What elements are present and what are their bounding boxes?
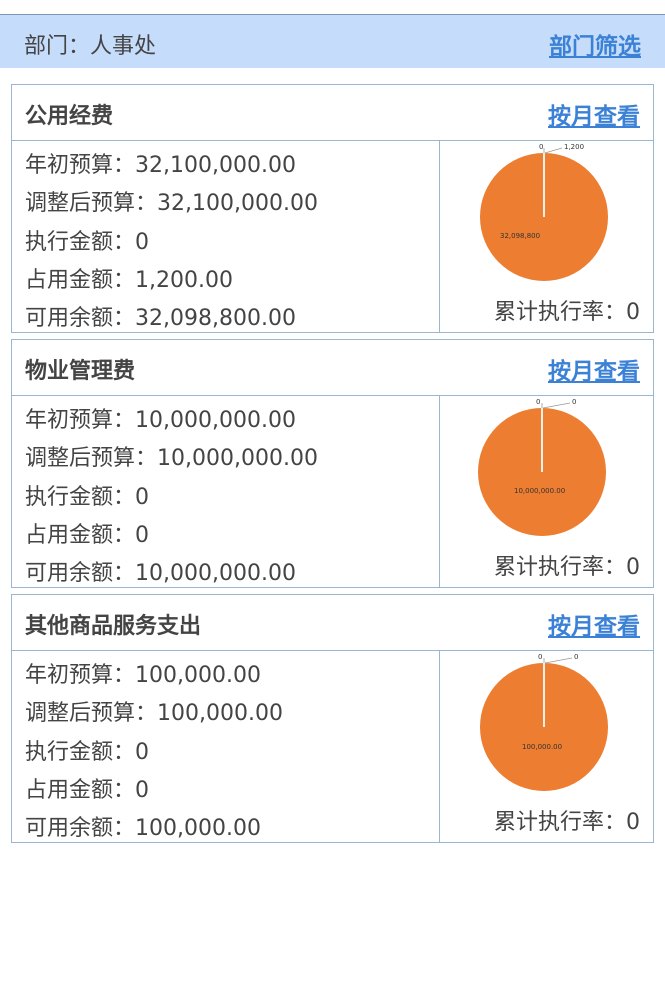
header-bar: 部门：人事处 部门筛选 — [0, 14, 665, 68]
available-value: 10,000,000.00 — [135, 561, 296, 586]
initial-budget-value: 10,000,000.00 — [135, 408, 296, 433]
occupied-row: 占用金额：0 — [25, 523, 150, 548]
occupied-value: 0 — [135, 523, 150, 548]
view-by-month-link[interactable]: 按月查看 — [548, 607, 640, 641]
pie-chart-area: 0 1,200 32,098,800 累计执行率：0 — [440, 140, 653, 332]
adjusted-budget-row: 调整后预算：32,100,000.00 — [25, 191, 318, 216]
department-label: 部门：人事处 — [24, 34, 157, 59]
execution-rate-value: 0 — [626, 300, 640, 325]
available-row: 可用余额：10,000,000.00 — [25, 561, 296, 586]
available-value: 32,098,800.00 — [135, 306, 296, 331]
executed-row: 执行金额：0 — [25, 740, 150, 765]
pie-label-available: 32,098,800 — [500, 232, 540, 240]
execution-rate: 累计执行率：0 — [493, 555, 640, 580]
execution-rate: 累计执行率：0 — [493, 300, 640, 325]
pie-chart: 0 1,200 32,098,800 — [480, 143, 608, 281]
pie-label-occupied: 0 — [572, 398, 576, 406]
initial-budget-row: 年初预算：32,100,000.00 — [25, 153, 296, 178]
pie-label-executed: 0 — [539, 143, 543, 151]
pie-label-available: 10,000,000.00 — [514, 487, 565, 495]
view-by-month-link[interactable]: 按月查看 — [548, 352, 640, 386]
card-header: 物业管理费 按月查看 — [12, 340, 653, 396]
available-row: 可用余额：32,098,800.00 — [25, 306, 296, 331]
execution-rate-value: 0 — [626, 555, 640, 580]
budget-info: 年初预算：100,000.00 调整后预算：100,000.00 执行金额：0 … — [12, 650, 440, 842]
view-by-month-link[interactable]: 按月查看 — [548, 97, 640, 131]
available-row: 可用余额：100,000.00 — [25, 816, 261, 841]
adjusted-budget-value: 100,000.00 — [157, 701, 283, 726]
executed-value: 0 — [135, 230, 150, 255]
card-title: 其他商品服务支出 — [25, 614, 202, 639]
pie-chart-area: 0 0 10,000,000.00 累计执行率：0 — [440, 395, 653, 587]
budget-info: 年初预算：32,100,000.00 调整后预算：32,100,000.00 执… — [12, 140, 440, 332]
card-header: 其他商品服务支出 按月查看 — [12, 595, 653, 651]
adjusted-budget-value: 32,100,000.00 — [157, 191, 318, 216]
department-filter-link[interactable]: 部门筛选 — [549, 27, 641, 61]
pie-label-occupied: 1,200 — [564, 143, 584, 151]
initial-budget-value: 100,000.00 — [135, 663, 261, 688]
card-header: 公用经费 按月查看 — [12, 85, 653, 141]
budget-card: 物业管理费 按月查看 年初预算：10,000,000.00 调整后预算：10,0… — [11, 339, 654, 588]
pie-label-executed: 0 — [538, 653, 542, 661]
available-value: 100,000.00 — [135, 816, 261, 841]
pie-chart: 0 0 10,000,000.00 — [478, 398, 606, 536]
pie-chart-area: 0 0 100,000.00 累计执行率：0 — [440, 650, 653, 842]
pie-label-executed: 0 — [536, 398, 540, 406]
occupied-row: 占用金额：0 — [25, 778, 150, 803]
adjusted-budget-value: 10,000,000.00 — [157, 446, 318, 471]
pie-label-occupied: 0 — [574, 653, 578, 661]
occupied-value: 0 — [135, 778, 150, 803]
pie-chart: 0 0 100,000.00 — [480, 653, 608, 791]
execution-rate-value: 0 — [626, 810, 640, 835]
card-title: 物业管理费 — [25, 359, 136, 384]
budget-info: 年初预算：10,000,000.00 调整后预算：10,000,000.00 执… — [12, 395, 440, 587]
adjusted-budget-row: 调整后预算：10,000,000.00 — [25, 446, 318, 471]
executed-value: 0 — [135, 485, 150, 510]
initial-budget-row: 年初预算：100,000.00 — [25, 663, 261, 688]
card-title: 公用经费 — [25, 104, 114, 129]
occupied-row: 占用金额：1,200.00 — [25, 268, 233, 293]
pie-label-available: 100,000.00 — [522, 743, 562, 751]
occupied-value: 1,200.00 — [135, 268, 233, 293]
budget-card: 公用经费 按月查看 年初预算：32,100,000.00 调整后预算：32,10… — [11, 84, 654, 333]
execution-rate: 累计执行率：0 — [493, 810, 640, 835]
initial-budget-value: 32,100,000.00 — [135, 153, 296, 178]
executed-value: 0 — [135, 740, 150, 765]
initial-budget-row: 年初预算：10,000,000.00 — [25, 408, 296, 433]
executed-row: 执行金额：0 — [25, 485, 150, 510]
budget-card: 其他商品服务支出 按月查看 年初预算：100,000.00 调整后预算：100,… — [11, 594, 654, 843]
executed-row: 执行金额：0 — [25, 230, 150, 255]
adjusted-budget-row: 调整后预算：100,000.00 — [25, 701, 283, 726]
